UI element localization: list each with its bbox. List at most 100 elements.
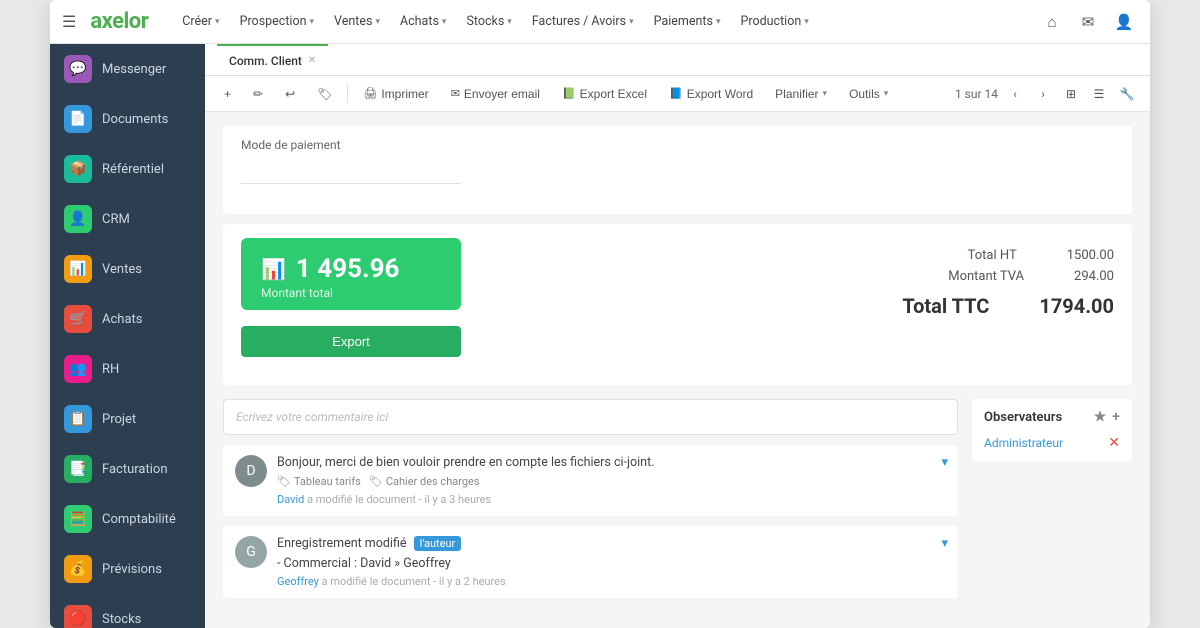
chevron-down-icon: ▾ <box>884 88 889 99</box>
nav-paiements[interactable]: Paiements ▾ <box>644 0 731 44</box>
next-page-icon[interactable]: › <box>1032 83 1054 105</box>
nav-production[interactable]: Production ▾ <box>730 0 818 44</box>
add-observer-icon[interactable]: + <box>1112 409 1120 425</box>
comment-text: Bonjour, merci de bien vouloir prendre e… <box>277 455 946 470</box>
nav-factures[interactable]: Factures / Avoirs ▾ <box>522 0 644 44</box>
sidebar-item-comptabilite[interactable]: 🧮 Comptabilité <box>50 494 205 544</box>
observer-name[interactable]: Administrateur <box>984 436 1063 450</box>
comment-meta: David a modifié le document - il y a 3 h… <box>277 493 946 506</box>
nav-ventes[interactable]: Ventes ▾ <box>324 0 390 44</box>
tab-bar: Comm. Client ✕ <box>205 44 1150 76</box>
paperclip-icon: 🏷 <box>277 475 291 488</box>
word-button[interactable]: 📘 Export Word <box>662 83 760 105</box>
amount-label: Montant total <box>261 286 441 300</box>
comment-detail: - Commercial : David » Geoffrey <box>277 556 946 571</box>
comment-input[interactable]: Ecrivez votre commentaire ici <box>223 399 958 435</box>
export-button[interactable]: Export <box>241 326 461 357</box>
top-nav: ☰ axelor Créer ▾ Prospection ▾ Ventes ▾ … <box>50 0 1150 44</box>
comment-item: D Bonjour, merci de bien vouloir prendre… <box>223 445 958 516</box>
prev-page-icon[interactable]: ‹ <box>1004 83 1026 105</box>
sidebar-item-messenger[interactable]: 💬 Messenger <box>50 44 205 94</box>
nav-creer[interactable]: Créer ▾ <box>172 0 229 44</box>
amount-card: 📊 1 495.96 Montant total <box>241 238 461 310</box>
tab-close-icon[interactable]: ✕ <box>308 55 316 66</box>
chevron-down-icon: ▾ <box>375 17 380 27</box>
documents-icon: 📄 <box>64 105 92 133</box>
sidebar-item-stocks[interactable]: 🔴 Stocks <box>50 594 205 628</box>
stats-row: 📊 1 495.96 Montant total Export Total HT… <box>241 238 1114 357</box>
email-button[interactable]: ✉ Envoyer email <box>444 83 547 105</box>
chevron-down-icon: ▾ <box>629 17 634 27</box>
sidebar-item-referentiel[interactable]: 📦 Référentiel <box>50 144 205 194</box>
chart-bar-icon: 📊 <box>261 257 286 281</box>
sidebar-item-facturation[interactable]: 📑 Facturation <box>50 444 205 494</box>
comptabilite-icon: 🧮 <box>64 505 92 533</box>
badge-tag: l'auteur <box>414 536 462 551</box>
nav-right: ⌂ ✉ 👤 <box>1038 8 1138 36</box>
nav-stocks[interactable]: Stocks ▾ <box>456 0 521 44</box>
print-button[interactable]: 🖨 Imprimer <box>356 83 435 105</box>
chevron-down-icon: ▾ <box>507 17 512 27</box>
home-icon[interactable]: ⌂ <box>1038 8 1066 36</box>
tab-comm-client[interactable]: Comm. Client ✕ <box>217 44 328 76</box>
expand-icon[interactable]: ▾ <box>941 536 948 551</box>
sidebar-item-achats[interactable]: 🛒 Achats <box>50 294 205 344</box>
sidebar-item-previsions[interactable]: 💰 Prévisions <box>50 544 205 594</box>
referentiel-icon: 📦 <box>64 155 92 183</box>
nav-prospection[interactable]: Prospection ▾ <box>230 0 324 44</box>
observers-sidebar: Observateurs ★ + Administrateur ✕ <box>972 399 1132 608</box>
comment-author-link[interactable]: Geoffrey <box>277 575 319 588</box>
projet-icon: 📋 <box>64 405 92 433</box>
total-ht-row: Total HT 1500.00 <box>481 248 1114 263</box>
comment-meta: Geoffrey a modifié le document - il y a … <box>277 575 946 588</box>
sidebar-item-ventes[interactable]: 📊 Ventes <box>50 244 205 294</box>
chevron-down-icon: ▾ <box>310 17 315 27</box>
observers-panel: Observateurs ★ + Administrateur ✕ <box>972 399 1132 461</box>
excel-button[interactable]: 📗 Export Excel <box>555 83 654 105</box>
undo-button[interactable]: ↩ <box>278 83 302 105</box>
achats-icon: 🛒 <box>64 305 92 333</box>
tag-button[interactable]: 🏷 <box>310 83 339 105</box>
avatar: G <box>235 536 267 568</box>
observers-header: Observateurs ★ + <box>984 409 1120 425</box>
form-area: Mode de paiement 📊 1 495.96 Montant <box>205 112 1150 622</box>
attachment-link[interactable]: 🏷 Tableau tarifs <box>277 475 361 488</box>
previsions-icon: 💰 <box>64 555 92 583</box>
tools-button[interactable]: Outils ▾ <box>842 83 895 105</box>
sidebar-item-rh[interactable]: 👥 RH <box>50 344 205 394</box>
montant-tva-row: Montant TVA 294.00 <box>481 269 1114 284</box>
comment-text: Enregistrement modifié l'auteur <box>277 536 946 551</box>
chevron-down-icon: ▾ <box>804 17 809 27</box>
chevron-down-icon: ▾ <box>442 17 447 27</box>
attachment-link[interactable]: 🏷 Cahier des charges <box>369 475 480 488</box>
expand-icon[interactable]: ▾ <box>941 455 948 470</box>
star-icon[interactable]: ★ <box>1094 409 1107 425</box>
comment-author-link[interactable]: David <box>277 493 304 506</box>
nav-achats[interactable]: Achats ▾ <box>390 0 456 44</box>
remove-observer-icon[interactable]: ✕ <box>1108 435 1120 451</box>
settings-icon[interactable]: 🔧 <box>1116 83 1138 105</box>
add-button[interactable]: + <box>217 83 238 105</box>
stocks-icon: 🔴 <box>64 605 92 628</box>
payment-card: Mode de paiement <box>223 126 1132 214</box>
pagination-area: 1 sur 14 ‹ › ⊞ ☰ 🔧 <box>955 83 1138 105</box>
comments-main: Ecrivez votre commentaire ici D Bonjour,… <box>223 399 958 608</box>
nav-menu: Créer ▾ Prospection ▾ Ventes ▾ Achats ▾ … <box>172 0 1032 44</box>
messenger-icon: 💬 <box>64 55 92 83</box>
toolbar: + ✏ ↩ 🏷 🖨 Imprimer ✉ Envoyer <box>205 76 1150 112</box>
sidebar-item-projet[interactable]: 📋 Projet <box>50 394 205 444</box>
user-icon[interactable]: 👤 <box>1110 8 1138 36</box>
hamburger-icon[interactable]: ☰ <box>62 12 76 31</box>
mail-icon[interactable]: ✉ <box>1074 8 1102 36</box>
app-logo: axelor <box>90 9 148 34</box>
paperclip-icon: 🏷 <box>369 475 383 488</box>
grid-view-icon[interactable]: ⊞ <box>1060 83 1082 105</box>
list-view-icon[interactable]: ☰ <box>1088 83 1110 105</box>
comment-item: G Enregistrement modifié l'auteur - Comm… <box>223 526 958 598</box>
sidebar-item-documents[interactable]: 📄 Documents <box>50 94 205 144</box>
edit-button[interactable]: ✏ <box>246 83 270 105</box>
sidebar-item-crm[interactable]: 👤 CRM <box>50 194 205 244</box>
comment-body: Bonjour, merci de bien vouloir prendre e… <box>277 455 946 506</box>
plan-button[interactable]: Planifier ▾ <box>768 83 834 105</box>
totals-card: Total HT 1500.00 Montant TVA 294.00 Tota… <box>481 238 1114 328</box>
